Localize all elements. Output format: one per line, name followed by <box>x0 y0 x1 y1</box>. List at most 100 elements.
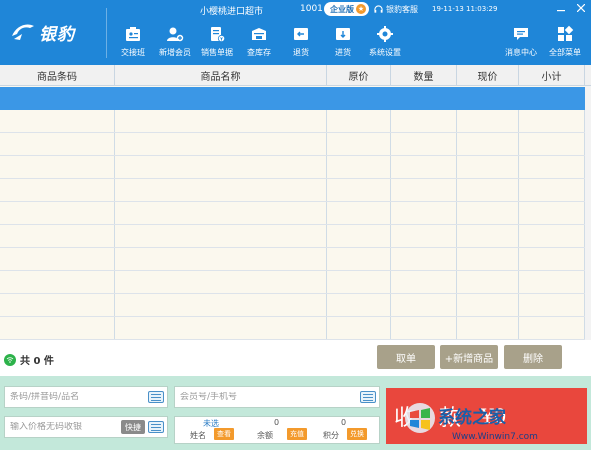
table-cell <box>519 202 585 224</box>
view-member-button[interactable]: 查看 <box>214 428 234 440</box>
table-row[interactable] <box>0 294 591 317</box>
edition-badge[interactable]: 企业版 ★ <box>324 2 369 16</box>
toolbar-purchase[interactable]: 进货 <box>322 22 364 60</box>
leopard-logo-icon <box>12 24 34 40</box>
toolbar-handover-label: 交接班 <box>121 48 145 57</box>
table-body <box>0 87 591 340</box>
toolbar-sales-receipt[interactable]: 销售单据 <box>196 22 238 60</box>
table-cell <box>115 156 327 178</box>
checkout-pay-button[interactable]: 收 款 ¥0 <box>386 388 587 444</box>
column-product-name[interactable]: 商品名称 <box>115 65 327 86</box>
table-cell <box>519 110 585 132</box>
brand-name: 银豹 <box>39 24 75 45</box>
member-input[interactable] <box>180 392 379 402</box>
table-cell <box>391 202 457 224</box>
table-cell <box>391 271 457 293</box>
table-cell <box>519 179 585 201</box>
toolbar-handover[interactable]: 交接班 <box>112 22 154 60</box>
toolbar-add-member[interactable]: 新增会员 <box>154 22 196 60</box>
column-subtotal[interactable]: 小计 <box>519 65 585 86</box>
barcode-input[interactable] <box>10 392 167 402</box>
table-cell <box>0 248 115 270</box>
wifi-icon <box>4 353 16 366</box>
table-cell <box>391 87 457 109</box>
table-row[interactable] <box>0 317 591 340</box>
toolbar-message-center[interactable]: 消息中心 <box>499 22 543 60</box>
toolbar-all-menu[interactable]: 全部菜单 <box>543 22 587 60</box>
column-original-price[interactable]: 原价 <box>327 65 391 86</box>
table-cell <box>0 87 115 109</box>
table-scrollbar[interactable] <box>585 86 591 340</box>
table-cell <box>115 225 327 247</box>
settings-icon <box>377 26 393 42</box>
table-cell <box>0 110 115 132</box>
table-cell <box>115 179 327 201</box>
barcode-field[interactable] <box>4 386 168 408</box>
toolbar-return[interactable]: 退货 <box>280 22 322 60</box>
balance-value: 0 <box>274 418 280 427</box>
toolbar-inventory[interactable]: 查库存 <box>238 22 280 60</box>
inventory-icon <box>252 28 266 40</box>
column-quantity[interactable]: 数量 <box>391 65 457 86</box>
minimize-button[interactable] <box>551 0 571 16</box>
purchase-icon <box>336 28 350 40</box>
close-icon <box>577 4 585 12</box>
all-menu-icon <box>558 25 574 41</box>
table-cell <box>519 317 585 339</box>
handover-icon <box>126 27 140 41</box>
table-row[interactable] <box>0 110 591 133</box>
table-row[interactable] <box>0 271 591 294</box>
table-row[interactable] <box>0 156 591 179</box>
column-spacer <box>585 65 591 86</box>
recharge-button[interactable]: 充值 <box>287 428 307 440</box>
table-cell <box>0 179 115 201</box>
table-cell <box>391 110 457 132</box>
summary-strip: 共 0 件 取单 +新增商品 删除 <box>0 340 591 376</box>
member-field[interactable] <box>174 386 380 408</box>
table-row[interactable] <box>0 202 591 225</box>
add-product-button[interactable]: +新增商品 <box>440 345 498 369</box>
store-code: 1001 <box>300 4 323 14</box>
toolbar-settings[interactable]: 系统设置 <box>364 22 406 60</box>
table-row[interactable] <box>0 225 591 248</box>
keyboard-icon[interactable] <box>360 391 376 403</box>
column-barcode[interactable]: 商品条码 <box>0 65 115 86</box>
exchange-button[interactable]: 兑换 <box>347 428 367 440</box>
price-field[interactable]: 快捷 <box>4 416 168 438</box>
star-icon: ★ <box>356 4 366 14</box>
table-cell <box>327 294 391 316</box>
table-cell <box>457 156 519 178</box>
table-row[interactable] <box>0 248 591 271</box>
customer-support-link[interactable]: 银豹客服 <box>374 4 418 15</box>
quick-button[interactable]: 快捷 <box>121 420 145 434</box>
column-current-price[interactable]: 现价 <box>457 65 519 86</box>
member-info-panel: 未选 姓名 查看 0 余额 充值 0 积分 兑换 <box>174 416 380 444</box>
delete-button[interactable]: 删除 <box>504 345 562 369</box>
table-cell <box>519 156 585 178</box>
take-order-button[interactable]: 取单 <box>377 345 435 369</box>
table-cell <box>115 202 327 224</box>
minimize-icon <box>557 10 565 12</box>
toolbar-purchase-label: 进货 <box>335 48 351 57</box>
table-cell <box>327 133 391 155</box>
table-row[interactable] <box>0 179 591 202</box>
table-cell <box>457 225 519 247</box>
table-cell <box>327 202 391 224</box>
toolbar-message-label: 消息中心 <box>505 48 537 57</box>
table-cell <box>0 133 115 155</box>
table-cell <box>0 317 115 339</box>
table-cell <box>0 225 115 247</box>
table-row[interactable] <box>0 133 591 156</box>
edition-label: 企业版 <box>330 4 354 14</box>
keyboard-icon[interactable] <box>148 391 164 403</box>
add-member-icon <box>167 27 184 42</box>
table-row[interactable] <box>0 87 591 110</box>
table-cell <box>115 110 327 132</box>
balance-label: 余额 <box>257 431 273 440</box>
table-cell <box>519 294 585 316</box>
item-count: 共 0 件 <box>4 352 54 367</box>
return-icon <box>294 28 308 40</box>
keyboard-icon[interactable] <box>148 421 164 433</box>
close-button[interactable] <box>571 0 591 16</box>
table-cell <box>457 248 519 270</box>
